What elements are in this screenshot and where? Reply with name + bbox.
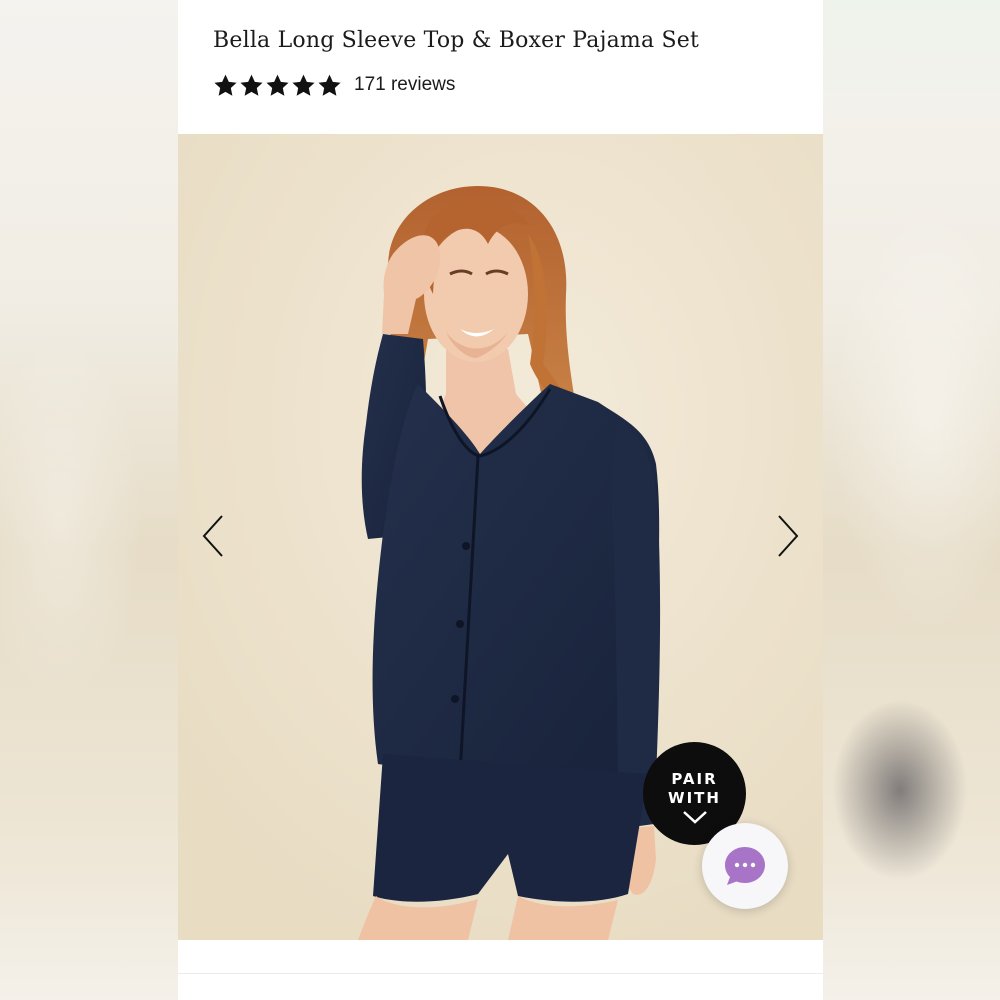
product-page: Bella Long Sleeve Top & Boxer Pajama Set…	[178, 0, 823, 1000]
reviews-link[interactable]: 171 reviews	[354, 74, 455, 96]
star-icon	[292, 74, 315, 96]
star-icon	[266, 74, 289, 96]
chat-button[interactable]	[702, 823, 788, 909]
footer-strip	[178, 940, 823, 1000]
star-icon	[214, 74, 237, 96]
divider	[178, 973, 823, 974]
product-header: Bella Long Sleeve Top & Boxer Pajama Set…	[178, 0, 823, 134]
star-icon	[240, 74, 263, 96]
backdrop-highlight	[822, 0, 1000, 120]
rating-row[interactable]: 171 reviews	[213, 72, 455, 98]
product-title: Bella Long Sleeve Top & Boxer Pajama Set	[213, 28, 700, 53]
chat-bubble-icon	[725, 847, 765, 885]
chevron-left-icon	[202, 515, 223, 557]
chevron-right-icon	[778, 515, 799, 557]
star-rating	[213, 73, 342, 98]
chevron-down-icon	[682, 810, 707, 824]
product-gallery[interactable]: PAIR WITH	[178, 134, 823, 940]
pair-with-label: PAIR WITH	[668, 769, 721, 807]
previous-image-button[interactable]	[193, 506, 233, 566]
star-icon	[318, 74, 341, 96]
next-image-button[interactable]	[768, 506, 808, 566]
